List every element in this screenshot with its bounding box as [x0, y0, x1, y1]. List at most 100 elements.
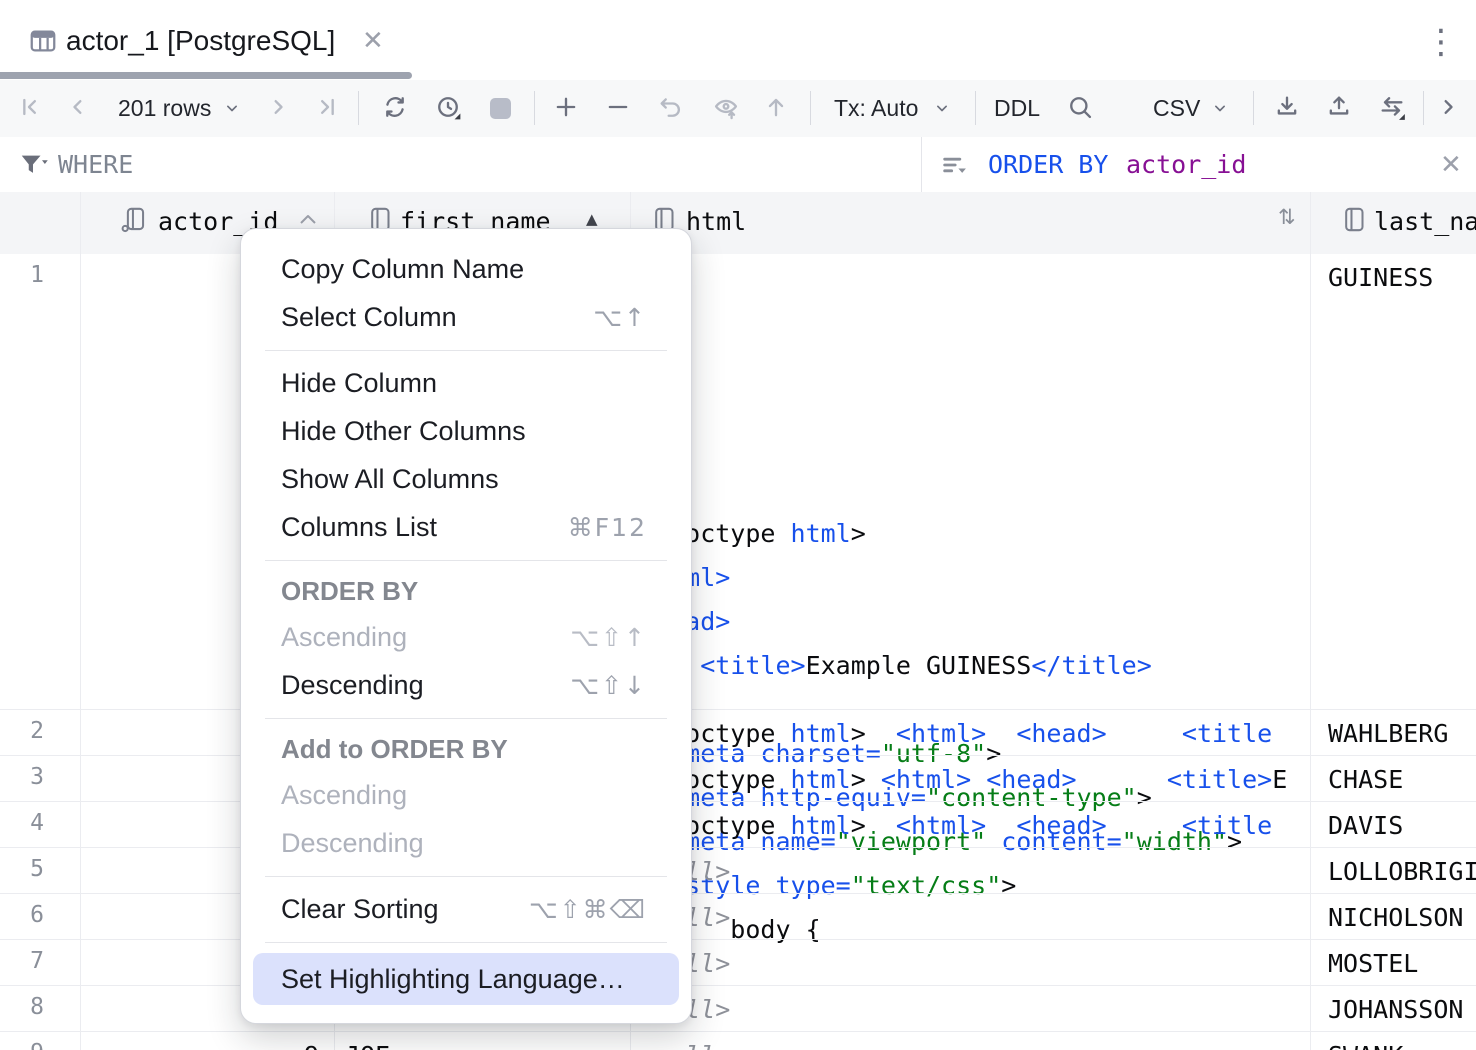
menu-section-add-to-order-by: Add to ORDER BY: [241, 727, 691, 771]
clear-order-close-icon[interactable]: ✕: [1440, 150, 1462, 180]
menu-item-order-ascending: Ascending ⌥⇧↑: [241, 613, 691, 661]
menu-separator: [241, 341, 691, 359]
order-by-column[interactable]: actor_id: [1126, 150, 1246, 179]
cell-html-null[interactable]: <null>: [640, 949, 1306, 978]
grid-header: actor_id first_name ▲ html ⇅ last_name: [0, 192, 1476, 255]
cell-last-name[interactable]: SWANK: [1328, 1041, 1476, 1050]
primary-key-column-icon: [120, 206, 147, 233]
export-upload-icon[interactable]: [1325, 93, 1353, 121]
cell-last-name[interactable]: CHASE: [1328, 765, 1476, 794]
row-number: 5: [0, 856, 44, 882]
cell-html-null[interactable]: <null>: [640, 1041, 1306, 1050]
menu-item-order-descending[interactable]: Descending ⌥⇧↓: [241, 661, 691, 709]
last-page-icon[interactable]: [314, 93, 342, 121]
filter-bar: WHERE ORDER BY actor_id ✕: [0, 137, 1476, 193]
grid-line: [1310, 192, 1311, 1050]
table-row[interactable]: 8 8 MATTHEW <null> JOHANSSON: [0, 986, 1476, 1032]
tx-chevron-down-icon[interactable]: [932, 98, 952, 118]
compare-swap-icon[interactable]: [1378, 93, 1406, 121]
tx-mode-dropdown[interactable]: Tx: Auto: [834, 95, 918, 122]
cell-last-name[interactable]: NICHOLSON: [1328, 903, 1476, 932]
menu-item-add-ascending: Ascending: [241, 771, 691, 819]
cell-html[interactable]: <!doctype html> <html> <head> <title: [640, 811, 1306, 840]
filter-funnel-icon[interactable]: [18, 150, 48, 180]
grid-body: 1 GUINESS <!doctype html> <html> <head> …: [0, 254, 1476, 1050]
table-row[interactable]: 7 <null> MOSTEL: [0, 940, 1476, 986]
search-icon[interactable]: [1066, 93, 1094, 121]
tab-close-icon[interactable]: ✕: [362, 26, 384, 56]
tab-actor1[interactable]: actor_1 [PostgreSQL] ✕: [0, 0, 412, 79]
menu-item-set-highlighting-language[interactable]: Set Highlighting Language…: [253, 953, 679, 1005]
menu-separator: [241, 551, 691, 569]
shortcut-label: ⌘F12: [568, 513, 647, 542]
csv-chevron-down-icon[interactable]: [1210, 98, 1230, 118]
cell-first-name[interactable]: JOE: [345, 1041, 625, 1050]
cell-last-name[interactable]: JOHANSSON: [1328, 995, 1476, 1024]
sort-updown-icon[interactable]: ⇅: [1278, 205, 1296, 229]
table-icon: [28, 26, 58, 56]
tab-bar: actor_1 [PostgreSQL] ✕ ⋮: [0, 0, 1476, 81]
refresh-icon[interactable]: [381, 93, 409, 121]
import-download-icon[interactable]: [1273, 93, 1301, 121]
column-context-menu: Copy Column Name Select Column ⌥↑ Hide C…: [240, 228, 692, 1024]
export-format-dropdown[interactable]: CSV: [1153, 95, 1200, 122]
menu-item-hide-column[interactable]: Hide Column: [241, 359, 691, 407]
cell-html-null[interactable]: <null>: [640, 903, 1306, 932]
where-filter-input[interactable]: WHERE: [58, 150, 133, 179]
row-number: 9: [0, 1040, 44, 1050]
add-row-icon[interactable]: [552, 93, 580, 121]
row-count-dropdown[interactable]: 201 rows: [118, 95, 211, 122]
table-row[interactable]: 6 <null> NICHOLSON: [0, 894, 1476, 940]
previous-page-icon[interactable]: [64, 93, 92, 121]
toolbar-separator: [1253, 91, 1254, 125]
cell-last-name[interactable]: MOSTEL: [1328, 949, 1476, 978]
cell-html[interactable]: <!doctype html> <html> <head> <title>E: [640, 765, 1306, 794]
stop-icon: [490, 98, 511, 119]
preview-changes-icon[interactable]: [712, 93, 740, 121]
table-row[interactable]: 2 <!doctype html> <html> <head> <title W…: [0, 710, 1476, 756]
cell-html-null[interactable]: <null>: [640, 995, 1306, 1024]
menu-item-add-descending: Descending: [241, 819, 691, 867]
column-header-html[interactable]: html: [686, 207, 746, 236]
cell-actor-id[interactable]: 9: [80, 1041, 319, 1050]
delete-row-icon[interactable]: [604, 93, 632, 121]
table-row[interactable]: 4 <!doctype html> <html> <head> <title D…: [0, 802, 1476, 848]
table-row[interactable]: 3 <!doctype html> <html> <head> <title>E…: [0, 756, 1476, 802]
order-by-keyword[interactable]: ORDER BY: [988, 150, 1108, 179]
cell-last-name[interactable]: WAHLBERG: [1328, 719, 1476, 748]
shortcut-label: ⌥⇧↓: [570, 671, 647, 700]
row-number: 8: [0, 994, 44, 1020]
shortcut-label: ⌥⇧↑: [570, 623, 647, 652]
revert-icon[interactable]: [657, 93, 685, 121]
menu-item-select-column[interactable]: Select Column ⌥↑: [241, 293, 691, 341]
rows-chevron-down-icon[interactable]: [222, 98, 242, 118]
table-row[interactable]: 5 <null> LOLLOBRIGIDA: [0, 848, 1476, 894]
ddl-button[interactable]: DDL: [994, 95, 1040, 122]
cell-html-null[interactable]: <null>: [640, 857, 1306, 886]
cell-html[interactable]: <!doctype html> <html> <head> <title: [640, 719, 1306, 748]
cell-last-name[interactable]: GUINESS: [1328, 263, 1476, 292]
active-tab-underline: [0, 72, 412, 79]
shortcut-label: ⌥⇧⌘⌫: [529, 895, 647, 924]
grid-line: [80, 192, 81, 1050]
toolbar-separator: [810, 91, 811, 125]
submit-changes-icon[interactable]: [762, 93, 790, 121]
menu-item-clear-sorting[interactable]: Clear Sorting ⌥⇧⌘⌫: [241, 885, 691, 933]
column-icon: [1340, 206, 1367, 233]
order-by-icon[interactable]: [940, 151, 968, 179]
tab-options-kebab-icon[interactable]: ⋮: [1424, 22, 1458, 62]
column-header-last-name[interactable]: last_name: [1374, 207, 1476, 236]
table-row[interactable]: 9 9 JOE <null> SWANK: [0, 1032, 1476, 1050]
next-page-icon[interactable]: [264, 93, 292, 121]
menu-item-show-all-columns[interactable]: Show All Columns: [241, 455, 691, 503]
more-toolbar-chevron-icon[interactable]: [1434, 93, 1462, 121]
sort-asc-indicator-icon[interactable]: ▲: [586, 210, 598, 228]
menu-item-copy-column-name[interactable]: Copy Column Name: [241, 245, 691, 293]
schedule-refresh-clock-icon[interactable]: [434, 93, 462, 121]
menu-item-columns-list[interactable]: Columns List ⌘F12: [241, 503, 691, 551]
sort-chevron-up-icon[interactable]: [296, 211, 320, 229]
cell-last-name[interactable]: LOLLOBRIGIDA: [1328, 857, 1476, 886]
first-page-icon[interactable]: [15, 93, 43, 121]
menu-item-hide-other-columns[interactable]: Hide Other Columns: [241, 407, 691, 455]
cell-last-name[interactable]: DAVIS: [1328, 811, 1476, 840]
